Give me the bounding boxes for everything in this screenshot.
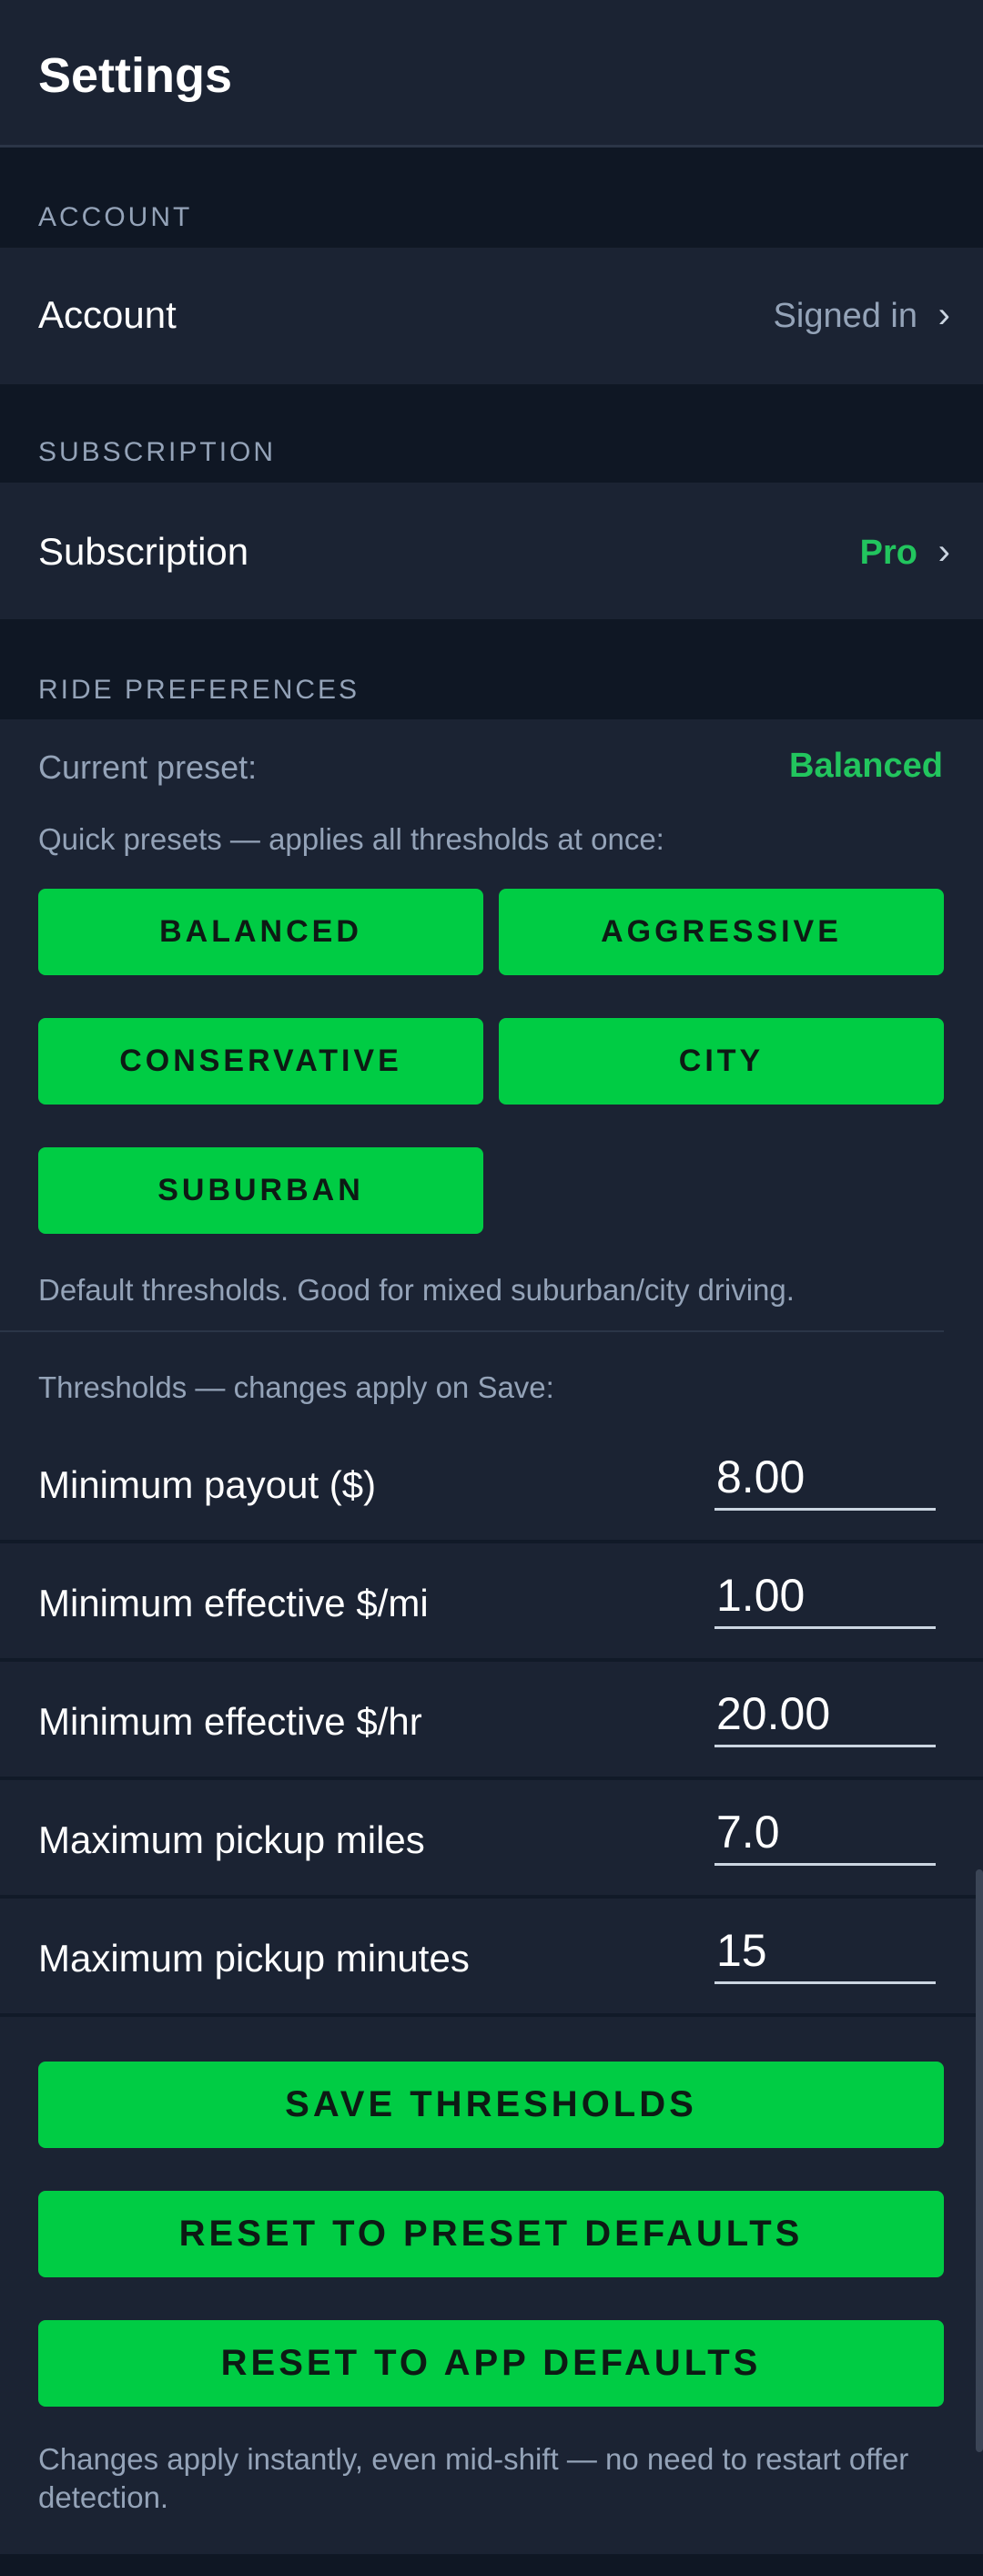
threshold-row-min-payout: Minimum payout ($) 8.00 bbox=[0, 1427, 983, 1543]
min-payout-input[interactable]: 8.00 bbox=[714, 1447, 936, 1511]
footer-note: Changes apply instantly, even mid-shift … bbox=[38, 2442, 909, 2514]
min-per-hour-input[interactable]: 20.00 bbox=[714, 1684, 936, 1747]
reset-app-defaults-button[interactable]: RESET TO APP DEFAULTS bbox=[38, 2320, 944, 2407]
account-status: Signed in bbox=[773, 297, 917, 335]
preset-description: Default thresholds. Good for mixed subur… bbox=[38, 1273, 795, 1307]
reset-preset-defaults-button[interactable]: RESET TO PRESET DEFAULTS bbox=[38, 2191, 944, 2277]
page-title: Settings bbox=[38, 48, 233, 103]
top-app-bar: Settings bbox=[0, 0, 983, 148]
threshold-label: Maximum pickup minutes bbox=[38, 1937, 470, 1980]
section-header-label: SUBSCRIPTION bbox=[38, 437, 277, 467]
threshold-label: Minimum payout ($) bbox=[38, 1463, 377, 1506]
threshold-label: Maximum pickup miles bbox=[38, 1818, 425, 1861]
threshold-row-max-pickup-minutes: Maximum pickup minutes 15 bbox=[0, 1900, 983, 2017]
chevron-right-icon: › bbox=[937, 532, 950, 572]
threshold-row-min-per-hour: Minimum effective $/hr 20.00 bbox=[0, 1664, 983, 1780]
current-preset-label: Current preset: bbox=[38, 748, 258, 786]
thresholds-hint: Thresholds — changes apply on Save: bbox=[38, 1370, 554, 1404]
max-pickup-miles-input[interactable]: 7.0 bbox=[714, 1802, 936, 1866]
preset-city-button[interactable]: CITY bbox=[499, 1018, 944, 1105]
threshold-row-min-per-mile: Minimum effective $/mi 1.00 bbox=[0, 1545, 983, 1662]
current-preset-value: Balanced bbox=[789, 747, 943, 785]
section-header-account: ACCOUNT bbox=[0, 150, 983, 248]
preset-suburban-button[interactable]: SUBURBAN bbox=[38, 1147, 483, 1234]
divider bbox=[0, 1330, 944, 1332]
threshold-label: Minimum effective $/hr bbox=[38, 1700, 422, 1743]
preset-balanced-button[interactable]: BALANCED bbox=[38, 889, 483, 975]
section-header-label: RIDE PREFERENCES bbox=[38, 675, 360, 705]
section-header-ride-preferences: RIDE PREFERENCES bbox=[0, 619, 983, 719]
preset-aggressive-button[interactable]: AGGRESSIVE bbox=[499, 889, 944, 975]
save-thresholds-button[interactable]: SAVE THRESHOLDS bbox=[38, 2062, 944, 2148]
quick-presets-hint: Quick presets — applies all thresholds a… bbox=[38, 822, 664, 856]
subscription-row[interactable]: Subscription Pro › bbox=[0, 483, 983, 619]
max-pickup-minutes-input[interactable]: 15 bbox=[714, 1920, 936, 1984]
preset-conservative-button[interactable]: CONSERVATIVE bbox=[38, 1018, 483, 1105]
section-header-subscription: SUBSCRIPTION bbox=[0, 384, 983, 483]
min-per-mile-input[interactable]: 1.00 bbox=[714, 1565, 936, 1629]
subscription-label: Subscription bbox=[38, 530, 249, 573]
chevron-right-icon: › bbox=[937, 295, 950, 335]
account-row[interactable]: Account Signed in › bbox=[0, 248, 983, 384]
bottom-edge bbox=[0, 2554, 983, 2576]
account-label: Account bbox=[38, 293, 177, 336]
section-header-label: ACCOUNT bbox=[38, 202, 193, 232]
threshold-label: Minimum effective $/mi bbox=[38, 1582, 429, 1624]
scrollbar-thumb[interactable] bbox=[976, 1869, 983, 2452]
threshold-row-max-pickup-miles: Maximum pickup miles 7.0 bbox=[0, 1782, 983, 1899]
subscription-plan-badge: Pro bbox=[859, 534, 917, 572]
